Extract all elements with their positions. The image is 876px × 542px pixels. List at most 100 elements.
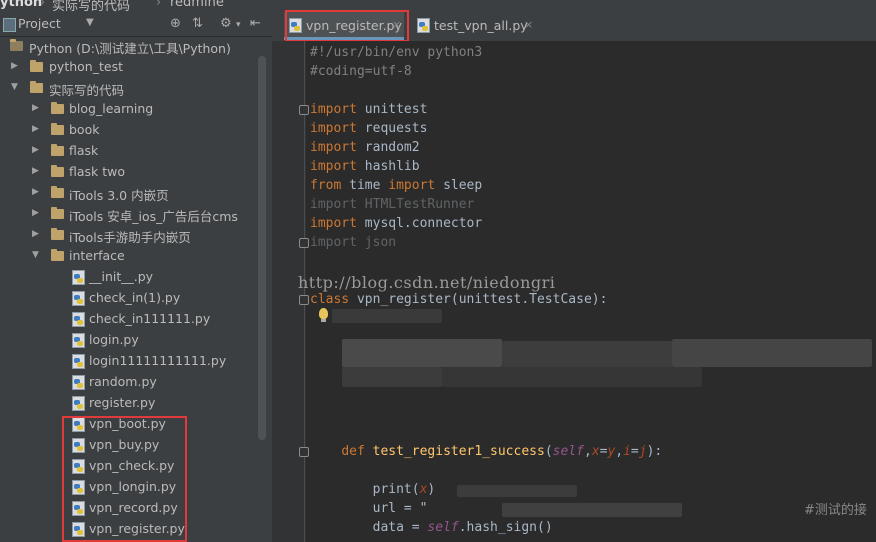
gear-icon[interactable]: ⚙ xyxy=(220,16,232,31)
breadcrumb-root[interactable]: ython xyxy=(0,0,42,10)
breadcrumb-folder[interactable]: 实际写的代码 xyxy=(52,0,130,12)
python-file-icon xyxy=(72,291,85,306)
keyword: import xyxy=(310,216,357,231)
code-line: import random2 xyxy=(310,138,420,157)
tree-item-itools-cms[interactable]: ▶ iTools 安卓_ios_广告后台cms xyxy=(0,204,258,225)
close-icon[interactable]: × xyxy=(524,18,533,31)
navigation-bar: ython › 实际写的代码 › redmine xyxy=(0,0,876,12)
folder-icon xyxy=(51,144,64,156)
breadcrumb-file[interactable]: redmine xyxy=(170,0,224,10)
tree-root-label: Python (D:\测试建立\工具\Python) xyxy=(29,41,231,56)
chevron-right-icon[interactable]: ▶ xyxy=(32,124,39,134)
python-file-icon xyxy=(72,312,85,327)
imported-name: sleep xyxy=(443,178,483,193)
highlight-box xyxy=(285,10,409,42)
tree-file-register[interactable]: register.py xyxy=(0,393,258,414)
tree-root[interactable]: Python (D:\测试建立\工具\Python) xyxy=(0,36,258,57)
fold-marker-icon[interactable] xyxy=(299,238,309,248)
tree-item-interface[interactable]: ▼ interface xyxy=(0,246,258,267)
chevron-right-icon[interactable]: ▶ xyxy=(32,229,39,239)
self-param: self xyxy=(552,444,584,459)
tree-item-itools-games[interactable]: ▶ iTools手游助手内嵌页 xyxy=(0,225,258,246)
project-view-selector[interactable]: Project xyxy=(18,16,61,31)
hide-panel-icon[interactable]: ⇤ xyxy=(250,16,261,31)
chevron-down-icon[interactable]: ▾ xyxy=(236,20,241,30)
folder-icon xyxy=(51,102,64,114)
comment: #!/usr/bin/env python3 xyxy=(310,45,483,60)
chevron-right-icon[interactable]: ▶ xyxy=(32,208,39,218)
project-icon xyxy=(3,18,16,32)
tree-item-label: 实际写的代码 xyxy=(49,83,125,98)
tree-file-login-111[interactable]: login11111111111.py xyxy=(0,351,258,372)
fold-marker-icon[interactable] xyxy=(299,447,309,457)
fold-marker-icon[interactable] xyxy=(299,105,309,115)
tree-file-check-in-111111[interactable]: check_in111111.py xyxy=(0,309,258,330)
tree-file-check-in-1[interactable]: check_in(1).py xyxy=(0,288,258,309)
module-name: mysql.connector xyxy=(364,216,483,231)
param: j xyxy=(638,444,647,459)
code-line: url = " xyxy=(310,499,428,518)
tree-item-label: python_test xyxy=(49,59,123,74)
editor-tab-bar: vpn_register.py × test_vpn_all.py × xyxy=(272,10,876,42)
folder-icon xyxy=(51,228,64,240)
code-line: print(x) xyxy=(372,482,436,497)
operator: = xyxy=(630,444,639,459)
watermark-url: http://blog.csdn.net/niedongri xyxy=(298,273,556,292)
module-name: time xyxy=(349,178,381,193)
project-panel: Project ▼ ⊕ ⇅ ⚙ ▾ ⇤ Python (D:\测试建立\工具\P… xyxy=(0,12,272,542)
chevron-down-icon[interactable]: ▼ xyxy=(86,17,94,28)
lightbulb-icon[interactable] xyxy=(319,308,328,322)
redacted-region xyxy=(442,367,702,387)
code-line: from time import sleep xyxy=(310,176,482,195)
code-line: import json xyxy=(310,233,396,252)
chevron-down-icon[interactable]: ▼ xyxy=(11,82,18,92)
code-editor[interactable]: #!/usr/bin/env python3 #coding=utf-8 imp… xyxy=(272,41,876,542)
chevron-right-icon[interactable]: ▶ xyxy=(32,166,39,176)
tree-item-book[interactable]: ▶ book xyxy=(0,120,258,141)
chevron-right-icon[interactable]: ▶ xyxy=(11,61,18,71)
param: x xyxy=(591,444,600,459)
redacted-region xyxy=(502,341,672,367)
tree-file-login[interactable]: login.py xyxy=(0,330,258,351)
tree-item-blog-learning[interactable]: ▶ blog_learning xyxy=(0,99,258,120)
chevron-right-icon[interactable]: ▶ xyxy=(32,187,39,197)
project-scrollbar[interactable] xyxy=(258,56,266,440)
tab-test-vpn-all[interactable]: test_vpn_all.py × xyxy=(412,12,536,40)
fold-marker-icon[interactable] xyxy=(299,295,309,305)
tree-item-code-folder[interactable]: ▼ 实际写的代码 xyxy=(0,78,258,99)
tree-item-python-test[interactable]: ▶ python_test xyxy=(0,57,258,78)
function-name: test_register1_success xyxy=(372,444,545,459)
tree-item-flask[interactable]: ▶ flask xyxy=(0,141,258,162)
comment: #coding=utf-8 xyxy=(310,64,412,79)
chevron-down-icon[interactable]: ▼ xyxy=(32,250,39,260)
keyword: import xyxy=(310,121,357,136)
redacted-region xyxy=(342,339,502,367)
code-line: class vpn_register(unittest.TestCase): xyxy=(310,290,607,309)
code-line: data = self.hash_sign() xyxy=(310,518,553,537)
tree-file-random[interactable]: random.py xyxy=(0,372,258,393)
python-file-icon xyxy=(72,333,85,348)
chevron-right-icon[interactable]: ▶ xyxy=(32,145,39,155)
tree-item-label: book xyxy=(69,122,100,137)
module-name: unittest xyxy=(364,102,428,117)
collapse-all-icon[interactable]: ⇅ xyxy=(192,16,203,31)
tree-file-init[interactable]: __init__.py xyxy=(0,267,258,288)
keyword: def xyxy=(341,444,365,459)
tree-item-label: iTools 安卓_ios_广告后台cms xyxy=(69,209,238,224)
chevron-right-icon[interactable]: ▶ xyxy=(32,103,39,113)
folder-icon xyxy=(51,186,64,198)
code-line: import requests xyxy=(310,119,427,138)
keyword: class xyxy=(310,292,350,307)
tree-item-label: blog_learning xyxy=(69,101,154,116)
param: y xyxy=(607,444,616,459)
tree-item-label: register.py xyxy=(89,395,156,410)
sync-icon[interactable]: ⊕ xyxy=(170,16,181,31)
method-call: .hash_sign() xyxy=(458,520,553,535)
trailing-comment: #测试的接 xyxy=(804,503,867,518)
tree-item-label: interface xyxy=(69,248,125,263)
tree-item-itools-embed[interactable]: ▶ iTools 3.0 内嵌页 xyxy=(0,183,258,204)
module-name: random2 xyxy=(364,140,420,155)
tree-item-flask-two[interactable]: ▶ flask two xyxy=(0,162,258,183)
tree-item-label: login11111111111.py xyxy=(89,353,227,368)
builtin: print xyxy=(372,482,412,497)
